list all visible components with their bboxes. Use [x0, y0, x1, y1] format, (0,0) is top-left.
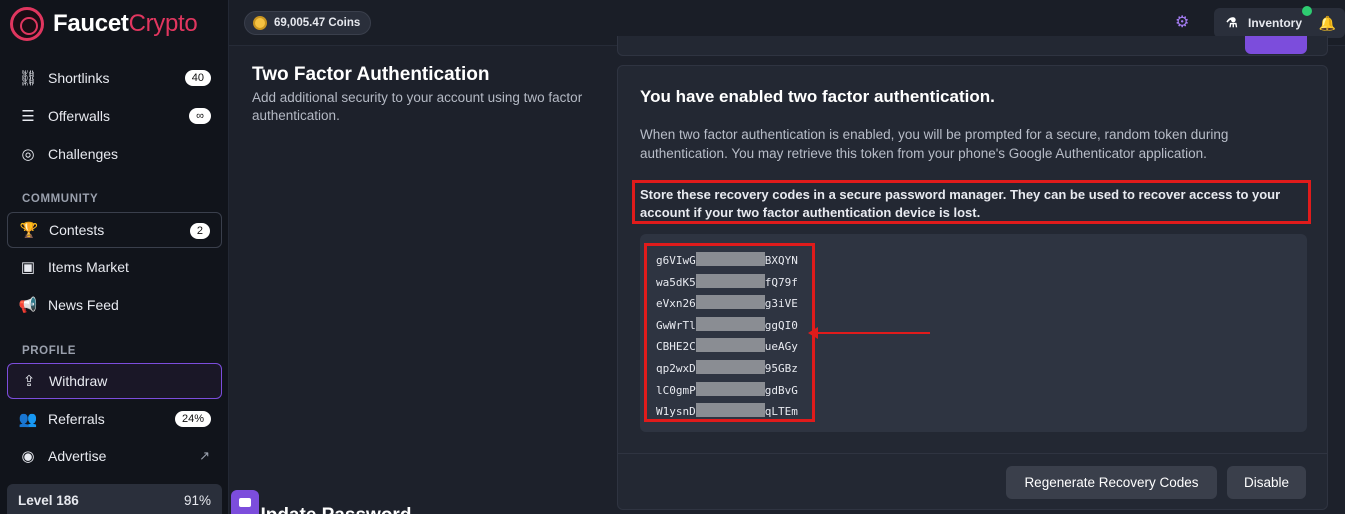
redaction-mask — [695, 403, 765, 418]
level-percent: 91% — [183, 493, 211, 508]
percent-badge: 24% — [174, 411, 211, 427]
sidebar-item-items-market[interactable]: ▣ Items Market — [7, 249, 222, 285]
sidebar-item-label: Challenges — [48, 146, 119, 162]
megaphone-icon: 📢 — [18, 297, 38, 314]
card-heading: You have enabled two factor authenticati… — [640, 87, 995, 106]
coin-balance[interactable]: 69,005.47 Coins — [244, 11, 372, 35]
redaction-mask — [695, 381, 765, 396]
sidebar-item-label: Advertise — [48, 448, 107, 464]
count-badge: 40 — [184, 70, 211, 86]
annotation-arrow — [808, 327, 930, 339]
trophy-icon: 🏆 — [19, 222, 39, 239]
redaction-mask — [695, 295, 765, 310]
level-progress[interactable]: Level 186 91% — [7, 484, 222, 514]
two-factor-card: You have enabled two factor authenticati… — [617, 65, 1328, 510]
bell-icon[interactable]: 🔔 — [1319, 15, 1336, 32]
redaction-mask — [695, 359, 765, 374]
link-icon: ⛓ — [18, 70, 38, 87]
sidebar-item-label: Contests — [49, 222, 105, 238]
recovery-code: eVxn26 g3iVE — [656, 295, 798, 311]
level-label: Level 186 — [18, 493, 79, 508]
sidebar-item-label: Referrals — [48, 411, 105, 427]
sidebar-item-label: News Feed — [48, 297, 119, 313]
withdraw-icon: ⇪ — [22, 373, 36, 390]
count-badge: 2 — [189, 223, 210, 239]
recovery-codes-highlight: g6VIwG BXQYN wa5dK5 fQ79f eVxn26 g3iVE GwWr… — [644, 243, 815, 422]
sidebar-item-withdraw[interactable]: ⇪ Withdraw — [7, 363, 222, 399]
sidebar-item-label: Shortlinks — [48, 70, 110, 86]
disable-2fa-button[interactable]: Disable — [1227, 466, 1306, 499]
section-label-community: COMMUNITY — [22, 193, 99, 205]
logo[interactable]: FaucetCrypto — [10, 6, 198, 42]
logo-text: FaucetCrypto — [53, 10, 198, 37]
inventory-button[interactable]: ⚗ Inventory 🔔 — [1214, 6, 1345, 38]
sidebar-item-label: Withdraw — [49, 373, 108, 389]
list-icon: ☰ — [21, 108, 35, 125]
sidebar-item-label: Items Market — [48, 259, 129, 275]
recovery-code: lC0gmP gdBvG — [656, 381, 798, 397]
target-icon: ◎ — [21, 146, 35, 163]
sidebar-item-contests[interactable]: 🏆 Contests 2 — [7, 212, 222, 248]
recovery-code: CBHE2C ueAGy — [656, 338, 798, 354]
inventory-label: Inventory — [1248, 16, 1303, 30]
count-badge: ∞ — [189, 108, 211, 124]
previous-card-button[interactable] — [1245, 36, 1307, 54]
redaction-mask — [695, 316, 765, 331]
external-link-icon: ↗ — [199, 448, 210, 463]
flask-icon: ⚗ — [1226, 15, 1238, 30]
advertise-icon: ◉ — [21, 448, 35, 465]
sidebar-item-challenges[interactable]: ◎ Challenges — [7, 136, 222, 172]
section-description: Add additional security to your account … — [252, 90, 583, 123]
online-indicator — [1302, 6, 1312, 16]
sidebar-item-shortlinks[interactable]: ⛓ Shortlinks 40 — [7, 60, 222, 96]
redaction-mask — [695, 338, 765, 353]
sidebar-item-offerwalls[interactable]: ☰ Offerwalls ∞ — [7, 98, 222, 134]
chat-icon — [239, 497, 251, 507]
logo-icon — [10, 7, 44, 41]
recovery-code: wa5dK5 fQ79f — [656, 273, 798, 289]
card-footer: Regenerate Recovery Codes Disable — [618, 453, 1327, 510]
section-label-profile: PROFILE — [22, 345, 77, 357]
card-description: When two factor authentication is enable… — [640, 127, 1229, 161]
recovery-code: qp2wxD 95GBz — [656, 359, 798, 375]
recovery-code: g6VIwG BXQYN — [656, 252, 798, 267]
chat-button[interactable] — [231, 490, 259, 514]
sidebar-item-news-feed[interactable]: 📢 News Feed — [7, 287, 222, 323]
redaction-mask — [695, 252, 765, 266]
recovery-warning: Store these recovery codes in a secure p… — [632, 180, 1311, 224]
sidebar-item-label: Offerwalls — [48, 108, 110, 124]
update-password-title: Update Password — [252, 505, 411, 514]
sidebar: FaucetCrypto ⛓ Shortlinks 40 ☰ Offerwall… — [0, 0, 229, 514]
sidebar-item-advertise[interactable]: ◉ Advertise ↗ — [7, 438, 222, 474]
coin-icon — [253, 16, 267, 30]
previous-card — [617, 36, 1328, 56]
recovery-codes-box: g6VIwG BXQYN wa5dK5 fQ79f eVxn26 g3iVE GwWr… — [640, 234, 1307, 432]
settings-icon[interactable]: ⚙ — [1175, 15, 1191, 31]
coin-balance-text: 69,005.47 Coins — [274, 17, 361, 29]
market-icon: ▣ — [20, 259, 36, 276]
regenerate-codes-button[interactable]: Regenerate Recovery Codes — [1006, 466, 1217, 499]
recovery-code: GwWrTl ggQI0 — [656, 316, 798, 332]
users-icon: 👥 — [18, 411, 38, 428]
page-title: Two Factor Authentication — [252, 64, 490, 85]
recovery-code: W1ysnD qLTEm — [656, 403, 798, 419]
sidebar-item-referrals[interactable]: 👥 Referrals 24% — [7, 401, 222, 437]
redaction-mask — [695, 273, 765, 288]
